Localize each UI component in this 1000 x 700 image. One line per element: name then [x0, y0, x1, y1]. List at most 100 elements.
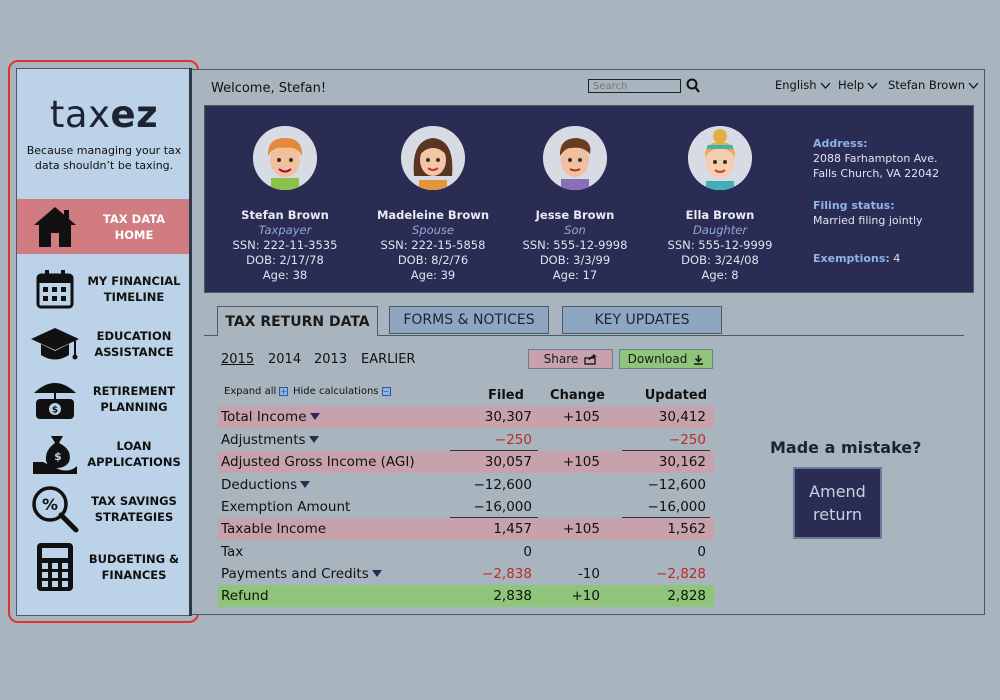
table-row[interactable]: Tax 0 0: [218, 541, 714, 563]
row-label: Total Income: [221, 409, 320, 425]
tab-key-updates[interactable]: KEY UPDATES: [562, 306, 722, 334]
language-label: English: [775, 78, 817, 92]
row-label: Deductions: [221, 477, 311, 493]
chevron-down-icon: [867, 82, 878, 89]
table-row[interactable]: Adjustments −250 −250: [218, 429, 714, 451]
table-row[interactable]: Taxable Income 1,457 +105 1,562: [218, 518, 714, 540]
calendar-icon: [27, 261, 83, 316]
filed-value: 30,307: [484, 409, 532, 425]
table-row[interactable]: Adjusted Gross Income (AGI) 30,057 +105 …: [218, 451, 714, 473]
updated-value: 2,828: [667, 588, 706, 604]
sidebar-item-label: TAX DATA HOME: [102, 211, 166, 242]
sidebar-item-education-assistance[interactable]: EDUCATION ASSISTANCE: [17, 316, 191, 371]
member-age: Age: 38: [262, 268, 308, 282]
hide-calculations-toggle[interactable]: Hide calculations −: [293, 386, 391, 397]
user-menu[interactable]: Stefan Brown: [888, 78, 979, 92]
family-member-card[interactable]: Ella Brown Daughter SSN: 555-12-9999 DOB…: [645, 126, 795, 283]
download-button[interactable]: Download: [619, 349, 713, 369]
member-role: Spouse: [412, 223, 454, 237]
calculator-icon: [27, 539, 83, 594]
sidebar-item-budgeting-finances[interactable]: BUDGETING & FINANCES: [17, 539, 191, 594]
row-label-text: Deductions: [221, 477, 298, 493]
row-label: Tax: [221, 544, 244, 560]
amend-return-button[interactable]: Amend return: [793, 467, 882, 539]
member-role: Taxpayer: [258, 223, 312, 237]
family-member-card[interactable]: Madeleine Brown Spouse SSN: 222-15-5858 …: [358, 126, 508, 283]
updated-value: −250: [668, 432, 706, 448]
help-label: Help: [838, 78, 865, 92]
updated-value: 30,412: [658, 409, 706, 425]
chevron-down-icon: [820, 82, 831, 89]
year-2015[interactable]: 2015: [221, 352, 254, 367]
filing-status-label: Filing status:: [813, 199, 895, 212]
member-ssn: SSN: 222-15-5858: [380, 238, 486, 252]
table-row[interactable]: Payments and Credits −2,838 -10 −2,828: [218, 563, 714, 585]
change-value: +105: [562, 521, 600, 537]
exemptions-block: Exemptions: 4: [813, 251, 900, 266]
sidebar-item-label: RETIREMENT PLANNING: [92, 383, 176, 414]
row-label: Payments and Credits: [221, 566, 382, 582]
member-ssn: SSN: 222-11-3535: [232, 238, 338, 252]
updated-value: −12,600: [647, 477, 706, 493]
expand-all-label: Expand all: [224, 386, 277, 397]
member-age: Age: 17: [552, 268, 598, 282]
caret-down-icon[interactable]: [308, 436, 319, 443]
svg-text:%: %: [42, 495, 58, 514]
help-menu[interactable]: Help: [838, 78, 878, 92]
chevron-down-icon: [968, 82, 979, 89]
table-row-refund[interactable]: Refund 2,838 +10 2,828: [218, 585, 714, 607]
avatar: [253, 126, 317, 190]
sidebar-item-tax-data-home[interactable]: TAX DATA HOME: [17, 199, 191, 254]
updated-value: −2,828: [656, 566, 706, 582]
money-bag-hand-icon: $: [27, 426, 83, 481]
updated-value: 1,562: [667, 521, 706, 537]
tab-underline: [378, 335, 964, 336]
table-row[interactable]: Deductions −12,600 −12,600: [218, 474, 714, 496]
table-row[interactable]: Total Income 30,307 +105 30,412: [218, 406, 714, 428]
graduation-cap-icon: [27, 316, 83, 371]
member-ssn: SSN: 555-12-9998: [522, 238, 628, 252]
updated-value: 0: [697, 544, 706, 560]
row-label: Refund: [221, 588, 269, 604]
row-label: Adjusted Gross Income (AGI): [221, 454, 415, 470]
app-logo[interactable]: taxez: [17, 93, 191, 136]
row-label: Taxable Income: [221, 521, 327, 537]
download-label: Download: [627, 352, 688, 366]
member-role: Son: [564, 223, 586, 237]
sidebar-item-label: MY FINANCIAL TIMELINE: [87, 273, 181, 304]
filed-value: −250: [494, 432, 532, 448]
caret-down-icon[interactable]: [309, 413, 320, 420]
caret-down-icon[interactable]: [300, 481, 311, 488]
search-icon[interactable]: [686, 78, 700, 94]
svg-text:$: $: [52, 405, 58, 415]
sidebar-item-retirement-planning[interactable]: $ RETIREMENT PLANNING: [17, 371, 191, 426]
year-2013[interactable]: 2013: [314, 352, 347, 367]
member-dob: DOB: 8/2/76: [397, 253, 469, 267]
caret-down-icon[interactable]: [371, 570, 382, 577]
row-label-text: Total Income: [221, 409, 307, 425]
tagline: Because managing your tax data shouldn’t…: [26, 144, 182, 172]
family-member-card[interactable]: Jesse Brown Son SSN: 555-12-9998 DOB: 3/…: [500, 126, 650, 283]
language-menu[interactable]: English: [775, 78, 831, 92]
family-member-card[interactable]: Stefan Brown Taxpayer SSN: 222-11-3535 D…: [210, 126, 360, 283]
search-input[interactable]: [588, 79, 681, 93]
tab-tax-return-data[interactable]: TAX RETURN DATA: [217, 306, 378, 336]
sidebar-item-financial-timeline[interactable]: MY FINANCIAL TIMELINE: [17, 261, 191, 316]
expand-all-toggle[interactable]: Expand all +: [224, 386, 289, 397]
share-label: Share: [543, 352, 579, 366]
year-earlier[interactable]: EARLIER: [361, 352, 415, 367]
year-2014[interactable]: 2014: [268, 352, 301, 367]
tab-forms-notices[interactable]: FORMS & NOTICES: [389, 306, 549, 334]
user-name: Stefan Brown: [888, 78, 966, 92]
address-line2: Falls Church, VA 22042: [813, 167, 940, 180]
sidebar-item-loan-applications[interactable]: $ LOAN APPLICATIONS: [17, 426, 191, 481]
change-value: -10: [577, 566, 600, 582]
family-banner: Stefan Brown Taxpayer SSN: 222-11-3535 D…: [204, 105, 974, 293]
share-button[interactable]: Share: [528, 349, 613, 369]
table-row[interactable]: Exemption Amount −16,000 −16,000: [218, 496, 714, 518]
main-content: Welcome, Stefan! English Help Stefan Bro…: [192, 69, 985, 615]
updated-value: 30,162: [658, 454, 706, 470]
minus-icon: −: [381, 387, 391, 396]
sidebar-item-tax-savings-strategies[interactable]: % TAX SAVINGS STRATEGIES: [17, 481, 191, 536]
sidebar-item-label: TAX SAVINGS STRATEGIES: [91, 493, 177, 524]
